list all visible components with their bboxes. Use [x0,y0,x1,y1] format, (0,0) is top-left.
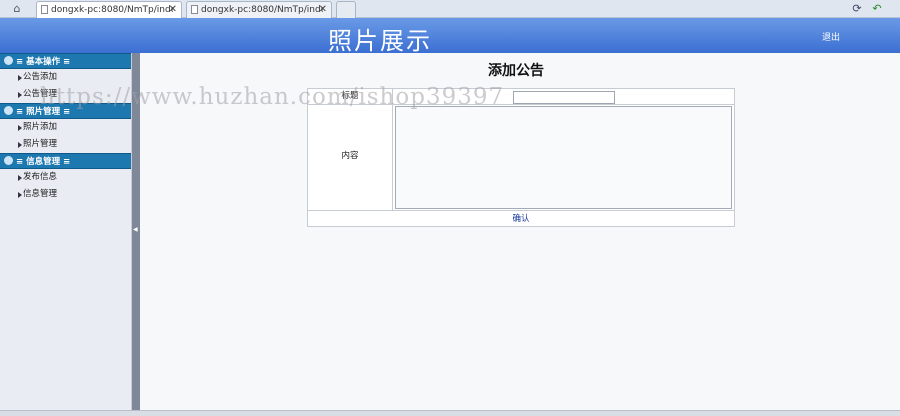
sidebar-group-photo[interactable]: ≡ 照片管理 ≡ [0,103,131,119]
app-header: 照片展示 退出 [0,18,900,55]
arrow-right-icon [18,75,22,81]
sidebar-item-label: 照片管理 [23,139,58,149]
notice-form: 标题 内容 确认 [307,88,735,227]
sidebar-item-label: 信息管理 [23,189,58,199]
page-icon [41,5,48,14]
sidebar-group-title: ≡ 信息管理 ≡ [16,157,71,167]
new-tab-button[interactable] [336,1,356,18]
group-toggle-icon [4,106,13,115]
arrow-right-icon [18,125,22,131]
arrow-right-icon [18,142,22,148]
browser-tab-1[interactable]: dongxk-pc:8080/NmTp/inde ✕ [36,1,182,18]
browser-tab-2[interactable]: dongxk-pc:8080/NmTp/inde ✕ [186,1,332,18]
collapse-arrow-icon[interactable]: ◀ [133,226,138,233]
form-row-submit: 确认 [308,211,734,227]
refresh-icon[interactable]: ⟳ [850,2,864,16]
page-icon [191,5,198,14]
form-row-content: 内容 [308,105,734,211]
sidebar-item-label: 发布信息 [23,172,58,182]
browser-tab-strip: ⌂ dongxk-pc:8080/NmTp/inde ✕ dongxk-pc:8… [0,0,900,18]
browser-tab-label: dongxk-pc:8080/NmTp/inde [201,5,323,15]
sidebar-item-add-notice[interactable]: 公告添加 [0,69,131,86]
page-title: 添加公告 [488,63,544,79]
confirm-button[interactable]: 确认 [512,214,529,224]
sidebar-group-info[interactable]: ≡ 信息管理 ≡ [0,153,131,169]
logout-link[interactable]: 退出 [822,30,840,43]
back-arrow-icon[interactable]: ↶ [870,2,884,16]
form-row-title: 标题 [308,89,734,105]
main-content: 添加公告 标题 内容 确认 [140,53,900,410]
arrow-right-icon [18,192,22,198]
sidebar-item-manage-photo[interactable]: 照片管理 [0,136,131,153]
sidebar-item-manage-info[interactable]: 信息管理 [0,186,131,203]
close-icon[interactable]: ✕ [169,2,177,18]
status-bar [0,410,900,416]
group-toggle-icon [4,156,13,165]
sidebar-item-manage-notice[interactable]: 公告管理 [0,86,131,103]
sidebar: ≡ 基本操作 ≡ 公告添加 公告管理 ≡ 照片管理 ≡ 照片添加 照片管理 ≡ … [0,53,132,410]
home-icon[interactable]: ⌂ [6,2,28,16]
sidebar-group-title: ≡ 照片管理 ≡ [16,107,71,117]
sidebar-group-basic[interactable]: ≡ 基本操作 ≡ [0,53,131,69]
group-toggle-icon [4,56,13,65]
sidebar-item-add-photo[interactable]: 照片添加 [0,119,131,136]
content-textarea[interactable] [395,106,732,209]
arrow-right-icon [18,175,22,181]
sidebar-splitter[interactable]: ◀ [132,53,140,410]
app-title: 照片展示 [328,27,432,55]
content-label: 内容 [308,105,393,210]
title-input[interactable] [513,91,615,104]
sidebar-item-publish-info[interactable]: 发布信息 [0,169,131,186]
arrow-right-icon [18,92,22,98]
sidebar-item-label: 公告添加 [23,72,58,82]
browser-tab-label: dongxk-pc:8080/NmTp/inde [51,5,173,15]
sidebar-group-title: ≡ 基本操作 ≡ [16,57,71,67]
sidebar-item-label: 公告管理 [23,89,58,99]
close-icon[interactable]: ✕ [319,2,327,18]
title-label: 标题 [308,89,393,104]
sidebar-item-label: 照片添加 [23,122,58,132]
